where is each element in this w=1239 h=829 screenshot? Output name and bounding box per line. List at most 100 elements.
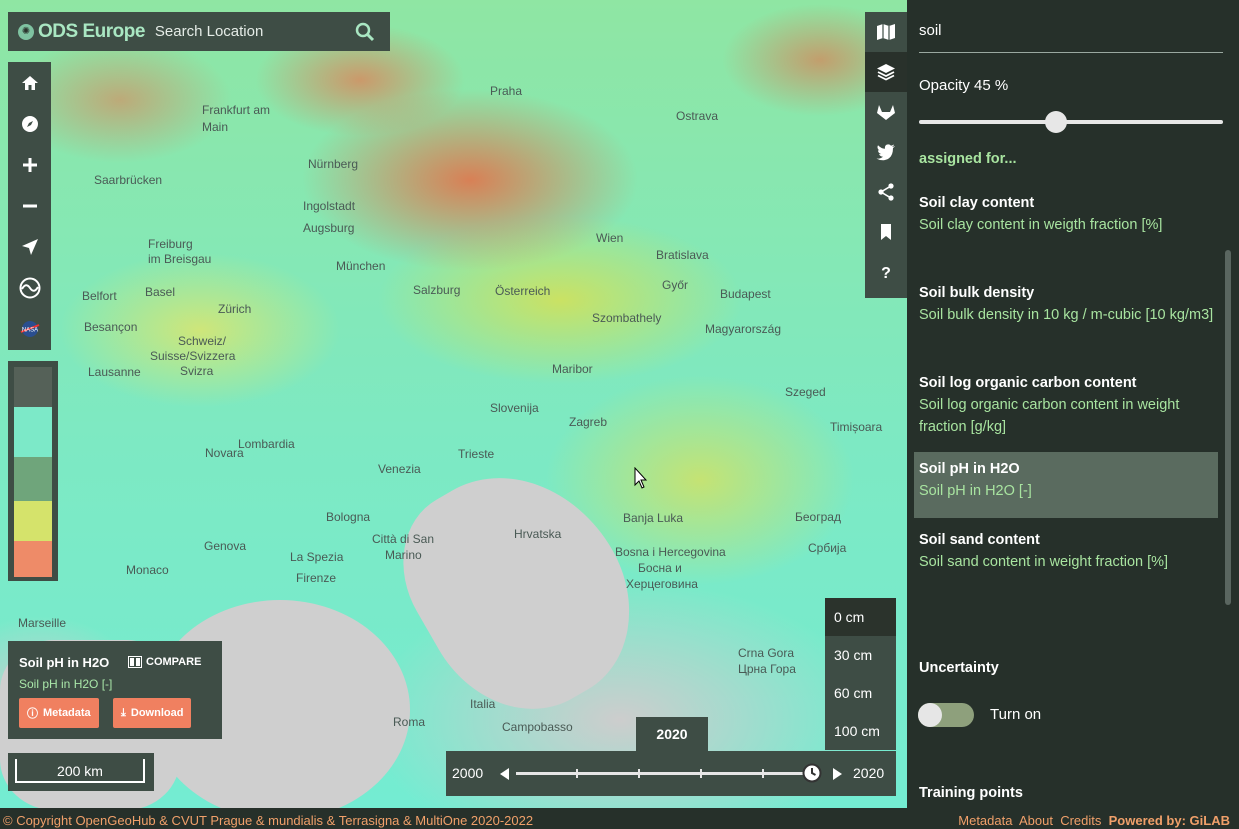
legend-swatch: [14, 367, 52, 407]
gitlab-icon: [877, 105, 895, 120]
info-icon: ⓘ: [27, 708, 38, 720]
layers-panel: soil Opacity 45 % assigned for... Soil c…: [907, 0, 1239, 808]
opacity-slider-handle[interactable]: [1045, 111, 1067, 133]
map-place-label: Besançon: [84, 320, 138, 334]
footer: © Copyright OpenGeoHub & CVUT Prague & m…: [0, 808, 1239, 829]
timeline-track[interactable]: [516, 769, 812, 778]
compare-icon: [128, 656, 142, 668]
map-place-label: München: [336, 259, 386, 273]
map-place-label: Österreich: [495, 284, 551, 298]
left-toolbar: NASA: [8, 62, 51, 350]
depth-option-100[interactable]: 100 cm: [825, 712, 896, 750]
copyright-text[interactable]: © Copyright OpenGeoHub & CVUT Prague & m…: [3, 813, 533, 828]
layer-item-desc: Soil clay content in weigth fraction [%]: [919, 217, 1163, 233]
legend-swatch: [14, 407, 52, 457]
metadata-label: Metadata: [43, 707, 91, 719]
timeline-tick: [762, 769, 764, 778]
download-button[interactable]: ⤓ Download: [113, 698, 192, 728]
map-place-label: Freiburg: [148, 237, 193, 251]
gilab-link[interactable]: GiLAB: [1190, 813, 1230, 828]
layer-item-soil-clay[interactable]: Soil clay content Soil clay content in w…: [919, 192, 1219, 236]
timeline: 2000 2020: [446, 751, 896, 796]
map-place-label: Београд: [795, 510, 841, 524]
footer-links: Metadata About Credits Powered by: GiLAB: [958, 813, 1230, 828]
layer-search-input[interactable]: soil: [919, 22, 1223, 53]
wave-button[interactable]: [8, 267, 51, 308]
layer-item-soil-organic-carbon[interactable]: Soil log organic carbon content Soil log…: [919, 372, 1219, 438]
zoom-out-button[interactable]: [8, 185, 51, 226]
layer-item-title: Soil log organic carbon content: [919, 375, 1137, 391]
opacity-slider[interactable]: [919, 120, 1223, 124]
layer-item-soil-bulk-density[interactable]: Soil bulk density Soil bulk density in 1…: [919, 282, 1219, 326]
compass-button[interactable]: [8, 103, 51, 144]
scale-label: 200 km: [15, 759, 145, 783]
app-logo[interactable]: ODS Europe: [38, 21, 145, 43]
timeline-handle-clock-icon[interactable]: [802, 763, 822, 783]
uncertainty-title: Uncertainty: [919, 660, 999, 676]
basemap-button[interactable]: [865, 12, 907, 52]
map-place-label: Marino: [385, 548, 422, 562]
legend-swatch: [14, 457, 52, 501]
share-button[interactable]: [865, 172, 907, 212]
search-bar[interactable]: ✺ ODS Europe Search Location: [8, 12, 390, 51]
map-place-label: Timișoara: [830, 420, 883, 434]
map-place-label: im Breisgau: [148, 252, 212, 266]
layer-item-title: Soil pH in H2O: [919, 461, 1020, 477]
map-place-label: Belfort: [82, 289, 117, 303]
download-label: Download: [130, 707, 184, 719]
map-place-label: Црна Гора: [738, 662, 796, 676]
twitter-button[interactable]: [865, 132, 907, 172]
depth-option-30[interactable]: 30 cm: [825, 636, 896, 674]
svg-text:NASA: NASA: [21, 327, 37, 333]
layer-item-desc: Soil sand content in weight fraction [%]: [919, 554, 1169, 570]
layer-item-desc: Soil bulk density in 10 kg / m-cubic [10…: [919, 307, 1214, 323]
search-input[interactable]: Search Location: [155, 23, 354, 40]
step-forward-icon[interactable]: [832, 767, 844, 781]
svg-text:?: ?: [881, 265, 891, 281]
map-place-label: Trieste: [458, 447, 495, 461]
home-button[interactable]: [8, 62, 51, 103]
layer-item-desc: Soil pH in H2O [-]: [919, 483, 1032, 499]
map-place-label: Ingolstadt: [303, 199, 356, 213]
right-toolbar: ?: [865, 12, 907, 298]
layer-item-soil-sand[interactable]: Soil sand content Soil sand content in w…: [919, 529, 1219, 573]
panel-scrollbar[interactable]: [1225, 250, 1231, 605]
map-place-label: Praha: [490, 84, 523, 98]
map-place-label: Suisse/Svizzera: [150, 349, 236, 363]
map-place-label: Schweiz/: [178, 334, 227, 348]
footer-link-about[interactable]: About: [1019, 813, 1053, 828]
metadata-button[interactable]: ⓘ Metadata: [19, 698, 99, 728]
footer-link-metadata[interactable]: Metadata: [958, 813, 1012, 828]
uncertainty-toggle[interactable]: [918, 703, 974, 727]
map-place-label: Bosna i Hercegovina: [615, 545, 726, 559]
bookmark-button[interactable]: [865, 212, 907, 252]
map-place-label: Saarbrücken: [94, 173, 163, 187]
wave-icon: [19, 277, 40, 298]
footer-link-credits[interactable]: Credits: [1060, 813, 1101, 828]
map-place-label: Zürich: [218, 302, 252, 316]
map-place-label: Szombathely: [592, 311, 662, 325]
map-place-label: Firenze: [296, 571, 337, 585]
depth-option-0[interactable]: 0 cm: [825, 598, 896, 636]
map-place-label: Zagreb: [569, 415, 608, 429]
map-place-label: Genova: [204, 539, 247, 553]
map-place-label: Bologna: [326, 510, 371, 524]
map-place-label: Hrvatska: [514, 527, 562, 541]
layers-button[interactable]: [865, 52, 907, 92]
gitlab-button[interactable]: [865, 92, 907, 132]
depth-option-60[interactable]: 60 cm: [825, 674, 896, 712]
locate-button[interactable]: [8, 226, 51, 267]
map-place-label: Frankfurt am: [202, 103, 271, 117]
compare-button[interactable]: COMPARE: [128, 656, 201, 668]
search-icon[interactable]: [354, 21, 376, 43]
layer-item-soil-ph[interactable]: Soil pH in H2O Soil pH in H2O [-]: [914, 452, 1218, 518]
nasa-button[interactable]: NASA: [8, 308, 51, 349]
map-place-label: Magyarország: [705, 322, 782, 336]
map-place-label: Bratislava: [656, 248, 709, 262]
help-button[interactable]: ?: [865, 252, 907, 292]
map-place-label: Босна и: [638, 561, 682, 575]
scale-bar: 200 km: [8, 753, 154, 791]
step-back-icon[interactable]: [498, 767, 510, 781]
zoom-in-button[interactable]: [8, 144, 51, 185]
uncertainty-toggle-label: Turn on: [990, 706, 1042, 723]
